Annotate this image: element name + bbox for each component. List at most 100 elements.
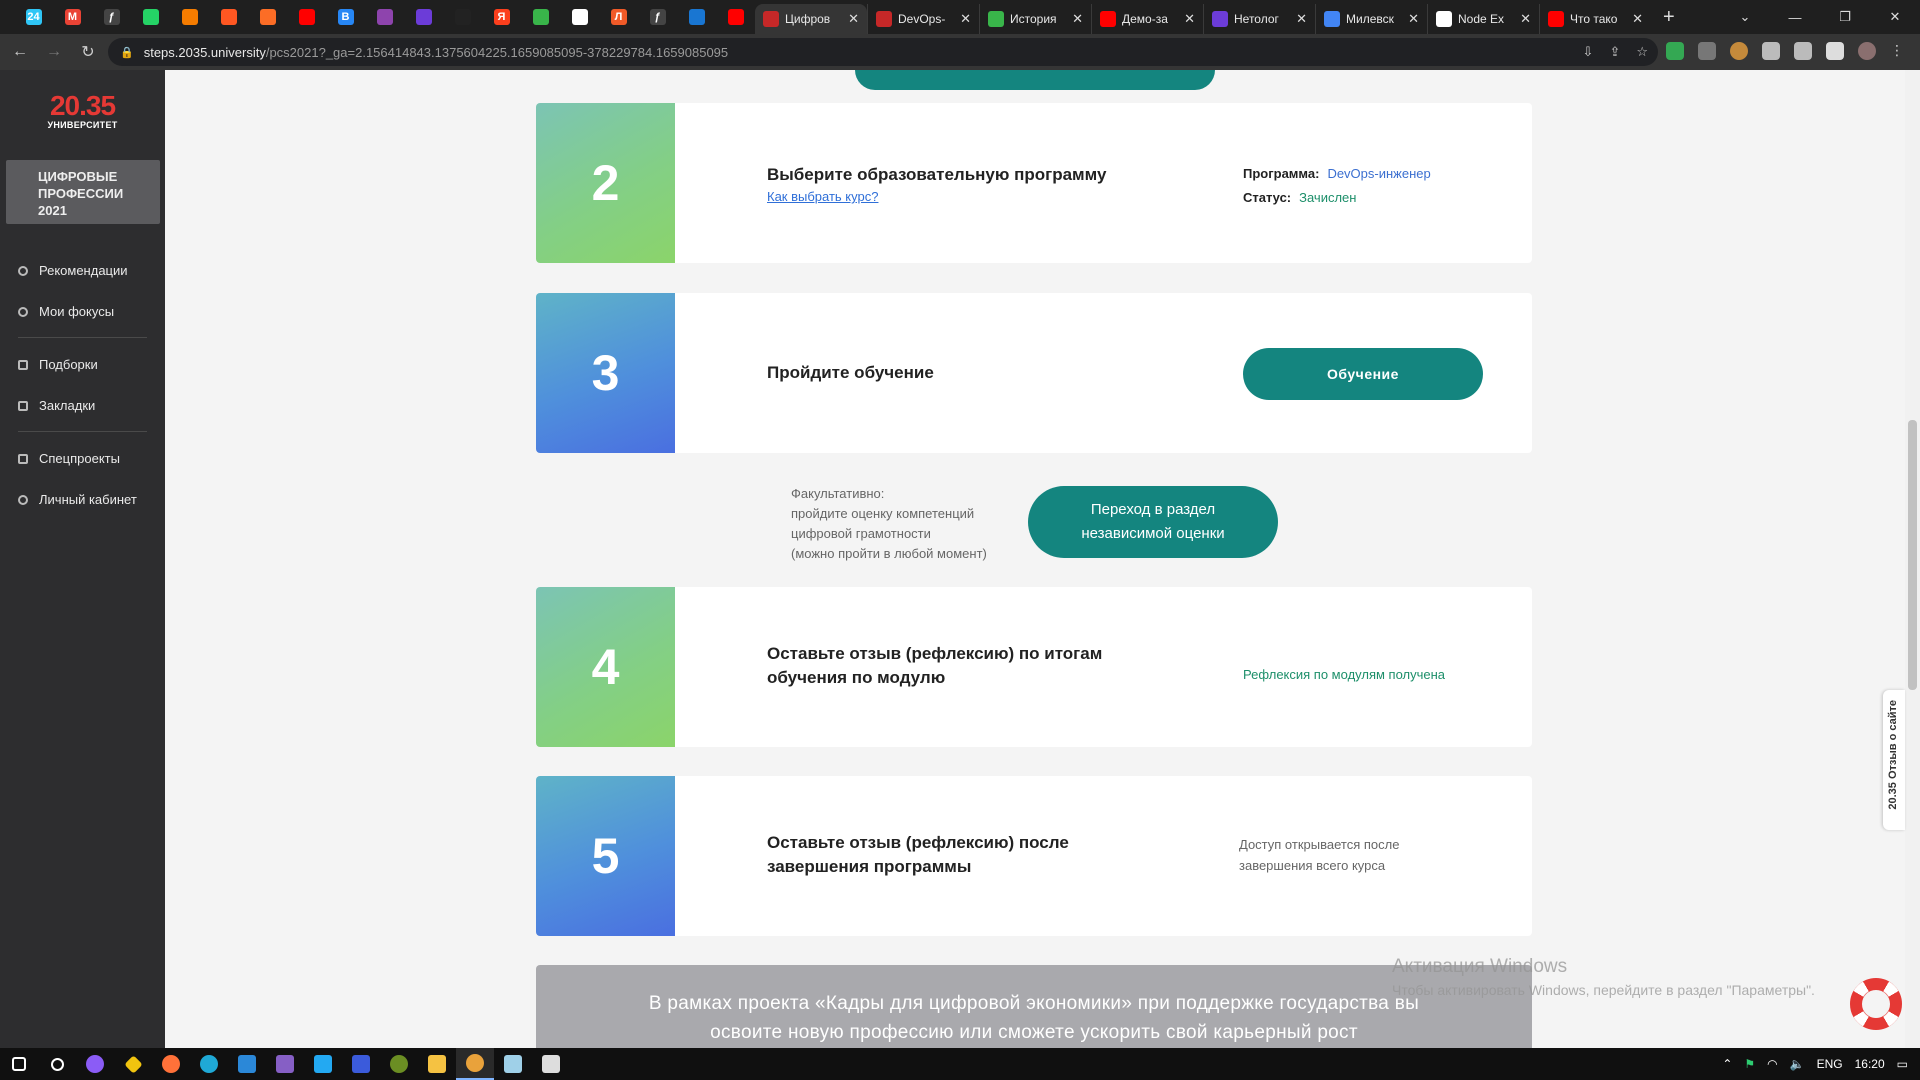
site-feedback-tab[interactable]: 20.35 Отзыв о сайте [1883,690,1905,830]
browser-tab[interactable]: Что тако ✕ [1539,4,1651,34]
vscode-icon[interactable] [304,1048,342,1080]
yandex-tab[interactable]: Я [482,0,521,34]
app-icon-2[interactable] [228,1048,266,1080]
gitlab-tab[interactable] [248,0,287,34]
close-tab-icon[interactable]: ✕ [1184,11,1195,27]
sidebar-item-special-projects[interactable]: Спецпроекты [0,438,165,479]
eye-tab[interactable] [521,0,560,34]
close-tab-icon[interactable]: ✕ [1072,11,1083,27]
globe-tab[interactable] [560,0,599,34]
browser-tab[interactable]: Демо-за ✕ [1091,4,1203,34]
github-tab[interactable] [443,0,482,34]
explorer-icon[interactable] [418,1048,456,1080]
l-tab[interactable]: Л [599,0,638,34]
wifi-icon[interactable]: ◠ [1767,1057,1777,1071]
flask-icon [18,453,28,464]
restore-button[interactable]: ❐ [1820,0,1870,34]
browser-tab[interactable]: DevOps- ✕ [867,4,979,34]
install-icon[interactable]: ⇩ [1583,44,1594,60]
close-tab-icon[interactable]: ✕ [960,11,971,27]
edge-icon[interactable] [190,1048,228,1080]
flower-tab-1[interactable] [365,0,404,34]
notepad-icon[interactable] [494,1048,532,1080]
vk-tab[interactable]: B [326,0,365,34]
app-icon-5[interactable] [532,1048,570,1080]
volume-icon[interactable]: 🔈 [1790,1057,1805,1071]
extension-icon-1[interactable] [1698,42,1716,60]
gitlab-icon [259,9,276,25]
app-tab[interactable] [170,0,209,34]
playlist-icon[interactable] [1794,42,1812,60]
reload-button[interactable]: ↻ [74,42,102,62]
support-lifebuoy-icon[interactable] [1850,978,1902,1030]
app-icon-1[interactable] [76,1048,114,1080]
gmail-tab[interactable]: M [53,0,92,34]
flower-tab-2[interactable] [404,0,443,34]
minimize-button[interactable]: — [1770,0,1820,34]
flag-icon[interactable]: ⚑ [1744,1057,1755,1071]
star-icon[interactable]: ☆ [1636,44,1648,60]
app-icon-3[interactable] [342,1048,380,1080]
start-button[interactable] [0,1048,38,1080]
sidebar-item-collections[interactable]: Подборки [0,344,165,385]
forward-button[interactable]: → [40,43,68,61]
scrollbar-thumb[interactable] [1908,420,1917,690]
puzzle-icon[interactable] [1762,42,1780,60]
favicon-icon [1548,11,1564,27]
drive-icon[interactable] [1666,42,1684,60]
close-window-button[interactable]: ✕ [1870,0,1920,34]
browser-tab[interactable]: Цифров ✕ [755,4,867,34]
search-icon[interactable] [38,1048,76,1080]
browser-tab[interactable]: Нетолог ✕ [1203,4,1315,34]
close-tab-icon[interactable]: ✕ [1408,11,1419,27]
app-icon-4[interactable] [380,1048,418,1080]
mail-tab[interactable] [677,0,716,34]
menu-icon[interactable]: ⋮ [1890,42,1908,60]
favicon-icon [1436,11,1452,27]
education-button[interactable]: Обучение [1243,348,1483,400]
digital-professions-banner[interactable]: ЦИФРОВЫЕ ПРОФЕССИИ 2021 [6,160,160,224]
tab-search-icon[interactable]: ⌄ [1720,0,1770,34]
step-number: 5 [536,776,675,936]
yf-tab-2[interactable]: ƒ [638,0,677,34]
close-tab-icon[interactable]: ✕ [1632,11,1643,27]
firefox-icon[interactable] [152,1048,190,1080]
new-tab-button[interactable]: + [1663,6,1675,29]
notification-icon[interactable]: ▭ [1897,1057,1908,1071]
sidebar-item-profile[interactable]: Личный кабинет [0,479,165,520]
whatsapp-tab[interactable] [131,0,170,34]
youtube-tab-2[interactable] [716,0,755,34]
avatar[interactable] [1858,42,1876,60]
chevron-up-icon[interactable]: ⌃ [1722,1057,1732,1071]
browser-tab[interactable]: История ✕ [979,4,1091,34]
habr-tab[interactable] [209,0,248,34]
previous-step-button[interactable] [855,70,1215,90]
share-icon[interactable]: ⇪ [1609,44,1620,60]
program-value-link[interactable]: DevOps-инженер [1327,166,1430,181]
language-indicator[interactable]: ENG [1817,1057,1843,1071]
bitrix24-tab[interactable]: 24 [14,0,53,34]
close-tab-icon[interactable]: ✕ [1296,11,1307,27]
browser-tab[interactable]: Node Ex ✕ [1427,4,1539,34]
close-tab-icon[interactable]: ✕ [1520,11,1531,27]
page-scrollbar[interactable] [1905,70,1920,1048]
git-icon[interactable] [114,1048,152,1080]
browser-tab[interactable]: Милевск ✕ [1315,4,1427,34]
visual-studio-icon[interactable] [266,1048,304,1080]
url-input[interactable]: 🔒 steps.2035.university/pcs2021?_ga=2.15… [108,38,1658,66]
sidebar-item-recommendations[interactable]: Рекомендации [0,250,165,291]
step-title: Оставьте отзыв (рефлексию) по итогам обу… [767,642,1102,690]
sidebar-item-focuses[interactable]: Мои фокусы [0,291,165,332]
cookie-icon[interactable] [1730,42,1748,60]
yf-tab[interactable]: ƒ [92,0,131,34]
how-to-choose-link[interactable]: Как выбрать курс? [767,189,878,204]
close-tab-icon[interactable]: ✕ [848,11,859,27]
independent-evaluation-button[interactable]: Переход в раздел независимой оценки [1028,486,1278,558]
chrome-icon[interactable] [456,1048,494,1080]
logo[interactable]: 20.35 УНИВЕРСИТЕТ [40,92,125,131]
youtube-tab[interactable] [287,0,326,34]
clock[interactable]: 16:20 [1855,1057,1885,1071]
sidepanel-icon[interactable] [1826,42,1844,60]
back-button[interactable]: ← [6,43,34,61]
sidebar-item-bookmarks[interactable]: Закладки [0,385,165,426]
